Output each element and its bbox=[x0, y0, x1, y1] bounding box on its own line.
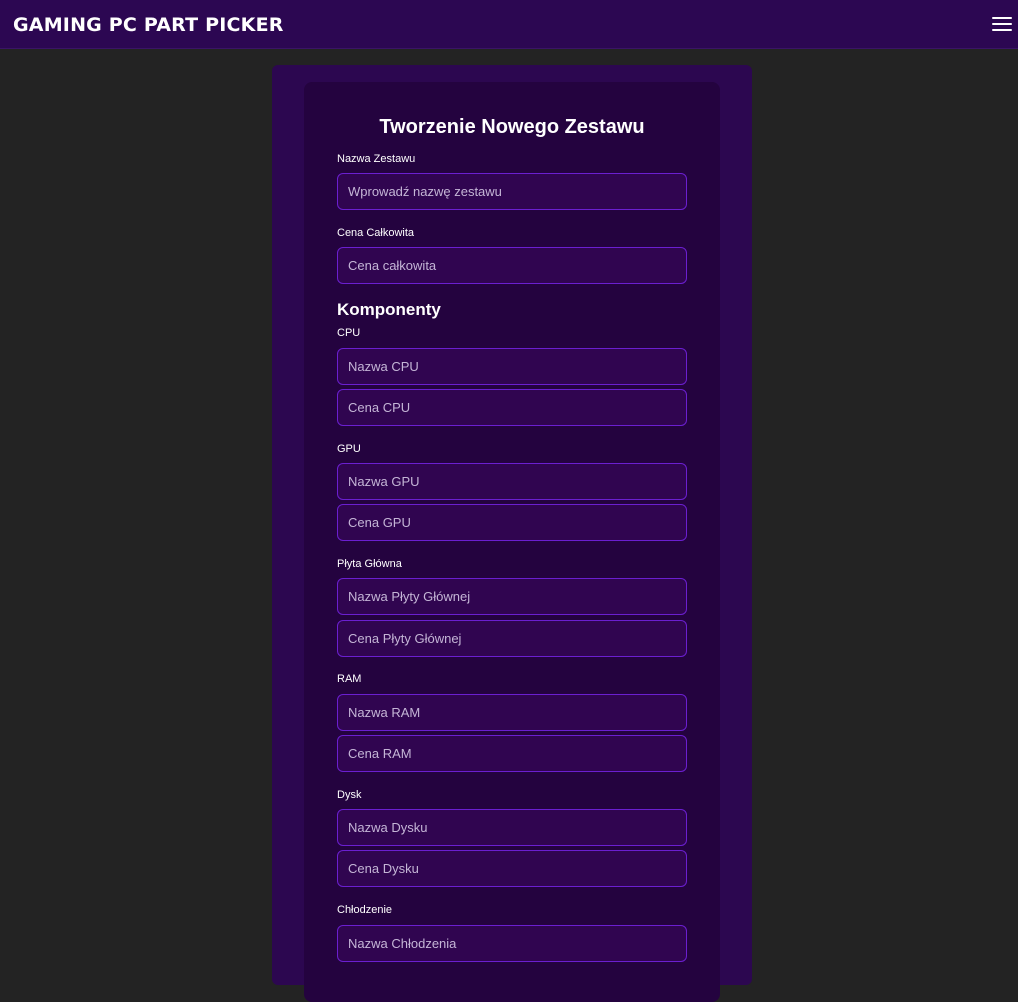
cpu-name-input[interactable] bbox=[337, 348, 687, 385]
gpu-price-input[interactable] bbox=[337, 504, 687, 541]
cooling-name-input[interactable] bbox=[337, 925, 687, 962]
ram-price-input[interactable] bbox=[337, 735, 687, 772]
hamburger-menu-icon[interactable] bbox=[992, 16, 1012, 33]
hamburger-line bbox=[992, 23, 1012, 25]
total-price-label: Cena Całkowita bbox=[337, 227, 415, 239]
motherboard-name-input[interactable] bbox=[337, 578, 687, 615]
ram-label: RAM bbox=[337, 673, 362, 685]
disk-label: Dysk bbox=[337, 789, 362, 801]
top-navbar: GAMING PC PART PICKER bbox=[0, 0, 1018, 49]
brand-title[interactable]: GAMING PC PART PICKER bbox=[13, 13, 284, 37]
gpu-name-input[interactable] bbox=[337, 463, 687, 500]
set-name-input[interactable] bbox=[337, 173, 687, 210]
form-title: Tworzenie Nowego Zestawu bbox=[379, 116, 645, 138]
disk-name-input[interactable] bbox=[337, 809, 687, 846]
hamburger-line bbox=[992, 17, 1012, 19]
total-price-input[interactable] bbox=[337, 247, 687, 284]
motherboard-label: Płyta Główna bbox=[337, 558, 402, 570]
motherboard-price-input[interactable] bbox=[337, 620, 687, 657]
cooling-label: Chłodzenie bbox=[337, 904, 393, 916]
gpu-label: GPU bbox=[337, 443, 361, 455]
set-name-label: Nazwa Zestawu bbox=[337, 153, 416, 165]
cpu-label: CPU bbox=[337, 327, 361, 339]
cpu-price-input[interactable] bbox=[337, 389, 687, 426]
components-heading: Komponenty bbox=[337, 300, 441, 319]
new-set-form: Tworzenie Nowego Zestawu Nazwa Zestawu C… bbox=[304, 82, 720, 1002]
ram-name-input[interactable] bbox=[337, 694, 687, 731]
form-container: Tworzenie Nowego Zestawu Nazwa Zestawu C… bbox=[272, 65, 752, 1002]
disk-price-input[interactable] bbox=[337, 850, 687, 887]
hamburger-line bbox=[992, 29, 1012, 31]
